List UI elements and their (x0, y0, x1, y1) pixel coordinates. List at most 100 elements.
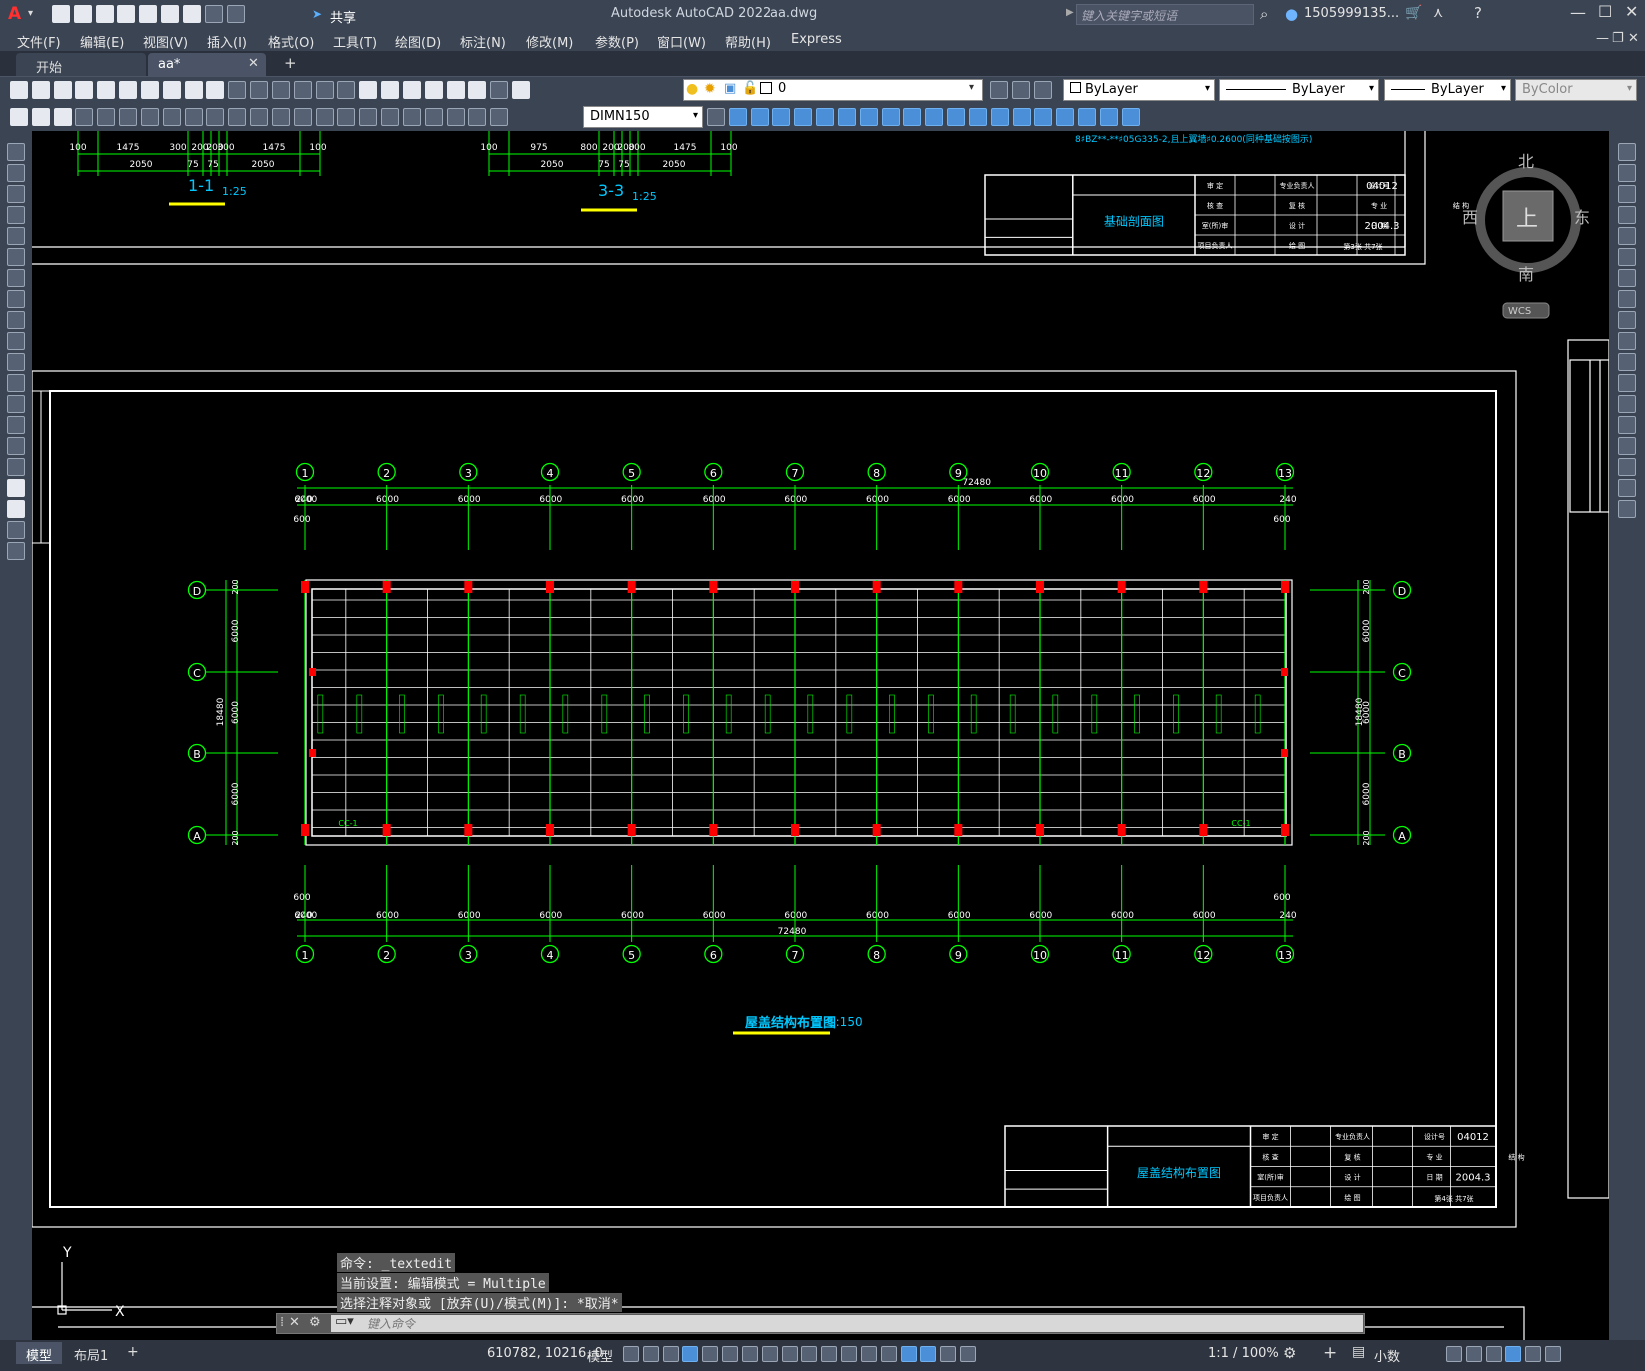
ellipse-arc-icon[interactable] (7, 353, 25, 371)
3d-osnap-icon[interactable] (841, 1346, 858, 1362)
make-current-layer-icon[interactable] (990, 81, 1008, 99)
grid-icon[interactable] (623, 1346, 639, 1362)
polar-icon[interactable] (702, 1346, 719, 1362)
open-from-web-icon[interactable] (139, 5, 158, 23)
arc-icon[interactable] (7, 248, 25, 266)
tab-close-icon[interactable]: ✕ (248, 56, 259, 71)
annotation-visibility-icon[interactable] (920, 1346, 937, 1362)
dim-update-icon[interactable] (490, 108, 509, 126)
quick-properties-icon[interactable] (1446, 1346, 1462, 1362)
share-button[interactable]: 共享 (330, 7, 356, 26)
layout1-tab[interactable]: 布局1 (74, 1345, 108, 1364)
rotate-icon[interactable] (1618, 269, 1636, 287)
tool-m-icon[interactable] (925, 108, 944, 126)
tab-aa[interactable]: aa* ✕ (148, 53, 266, 76)
center-mark-icon[interactable] (381, 108, 400, 126)
doc-close-icon[interactable]: ✕ (1628, 31, 1639, 46)
save-as-icon[interactable] (117, 5, 136, 23)
tool-palettes-icon[interactable] (402, 81, 421, 99)
ellipse-icon[interactable] (7, 332, 25, 350)
move-icon[interactable] (1618, 248, 1636, 266)
copy-object-icon[interactable] (1618, 164, 1636, 182)
doc-minimize-icon[interactable]: — (1596, 31, 1609, 46)
insert-block-icon[interactable] (7, 374, 25, 392)
infer-icon[interactable] (662, 1346, 679, 1362)
markup-icon[interactable] (446, 81, 465, 99)
color-dropdown[interactable]: ByLayer ▾ (1063, 79, 1215, 101)
layer-previous-icon[interactable] (1011, 81, 1030, 99)
dim-style-icon[interactable] (707, 108, 725, 126)
tool-o-icon[interactable] (968, 108, 987, 126)
tool-k-icon[interactable] (881, 108, 900, 126)
add-layout-button[interactable]: + (127, 1344, 139, 1360)
chamfer-icon[interactable] (1618, 437, 1636, 455)
new-icon[interactable] (52, 5, 70, 23)
search-input[interactable]: 键入关键字或短语 (1076, 4, 1254, 25)
tool-h-icon[interactable] (816, 108, 835, 126)
annotation-monitor-icon[interactable]: + (1323, 1343, 1337, 1363)
scale-icon[interactable] (1618, 290, 1636, 308)
share-icon[interactable]: ➤ (312, 7, 322, 21)
quick-dim-icon[interactable] (250, 108, 269, 126)
hatch-icon[interactable] (7, 437, 25, 455)
add-selected-icon[interactable] (7, 542, 25, 560)
help-tool-icon[interactable] (490, 81, 509, 99)
angular-dim-icon[interactable] (228, 108, 247, 126)
rectangle-icon[interactable] (7, 227, 25, 245)
undo-tool-icon[interactable] (228, 81, 247, 99)
pan-icon[interactable] (271, 81, 290, 99)
open-file-icon[interactable] (31, 81, 50, 99)
tool-t-icon[interactable] (1078, 108, 1097, 126)
explode-icon[interactable] (1618, 500, 1636, 518)
tool-p-icon[interactable] (990, 108, 1009, 126)
tool-u-icon[interactable] (1099, 108, 1118, 126)
menu-dimension[interactable]: 标注(N) (460, 32, 506, 51)
isolate-objects-icon[interactable] (1485, 1346, 1502, 1362)
gizmo-icon[interactable] (900, 1346, 917, 1362)
plotstyle-dropdown[interactable]: ByColor ▾ (1515, 79, 1637, 101)
break-point-icon[interactable] (1618, 374, 1636, 392)
tool-l-icon[interactable] (903, 108, 922, 126)
menu-file[interactable]: 文件(F) (17, 32, 61, 51)
menu-express[interactable]: Express (791, 32, 842, 47)
tolerance-icon[interactable] (359, 108, 378, 126)
doc-restore-icon[interactable]: ❐ (1612, 31, 1624, 46)
copy-icon[interactable] (162, 81, 181, 99)
user-account[interactable]: 1505999135... (1304, 6, 1399, 21)
menu-format[interactable]: 格式(O) (268, 32, 314, 51)
calculator-icon[interactable] (468, 81, 487, 99)
menu-insert[interactable]: 插入(I) (207, 32, 247, 51)
cut-icon[interactable] (140, 81, 159, 99)
gradient-icon[interactable] (7, 458, 25, 476)
tool-j-icon[interactable] (859, 108, 878, 126)
make-block-icon[interactable] (7, 395, 25, 413)
jogged-linear-icon[interactable] (424, 108, 443, 126)
properties-icon[interactable] (359, 81, 378, 99)
line-icon[interactable] (7, 143, 25, 161)
sheet-set-icon[interactable] (424, 81, 443, 99)
ordinate-dim-icon[interactable] (140, 108, 159, 126)
minimize-icon[interactable]: — (1570, 3, 1586, 22)
zoom-realtime-icon[interactable] (293, 81, 312, 99)
graphics-performance-icon[interactable] (1505, 1346, 1522, 1362)
publish-icon[interactable] (119, 81, 138, 99)
snap-icon[interactable] (642, 1346, 659, 1362)
erase-icon[interactable] (1618, 143, 1636, 161)
transparency-icon[interactable] (801, 1346, 818, 1362)
linetype-dropdown[interactable]: ByLayer ▾ (1219, 79, 1379, 101)
tool-q-icon[interactable] (1012, 108, 1031, 126)
viewcube[interactable]: 上 北 南 东 西 WCS (1462, 152, 1590, 319)
tab-start[interactable]: 开始 (16, 53, 146, 76)
dimstyle-dropdown[interactable]: DIMN150 ▾ (583, 106, 703, 128)
jogged-dim-icon[interactable] (184, 108, 203, 126)
fillet-icon[interactable] (1618, 458, 1636, 476)
polygon-icon[interactable] (7, 206, 25, 224)
grip-icon[interactable]: ⁞ (280, 1315, 284, 1330)
tool-n-icon[interactable] (947, 108, 966, 126)
redo-icon[interactable] (226, 5, 245, 23)
tool-d-icon[interactable] (728, 108, 747, 126)
osnap-icon[interactable] (761, 1346, 778, 1362)
autodesk-app-icon[interactable]: ⋏ (1433, 5, 1443, 21)
circle-icon[interactable] (7, 269, 25, 287)
menu-view[interactable]: 视图(V) (143, 32, 188, 51)
